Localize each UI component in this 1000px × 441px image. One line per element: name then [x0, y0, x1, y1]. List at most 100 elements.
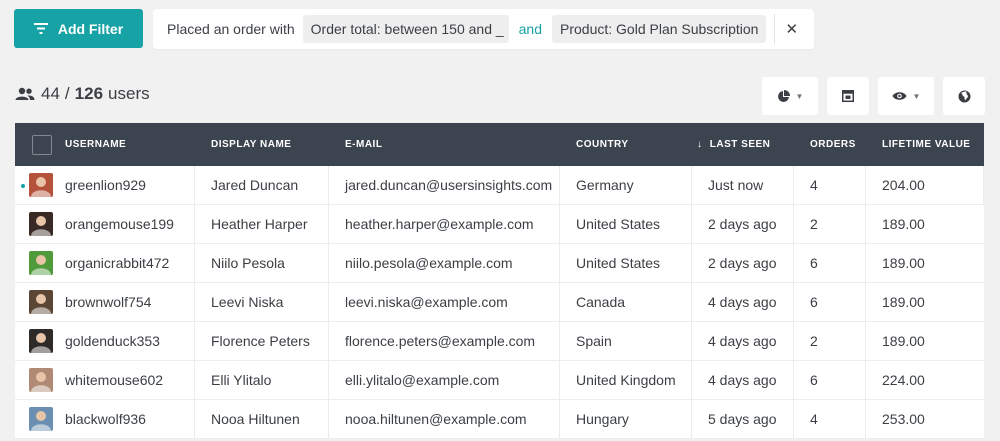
count-unit: users: [108, 84, 150, 103]
display-name-cell: Heather Harper: [195, 205, 329, 243]
avatar[interactable]: [29, 329, 53, 353]
sort-arrow-icon: ↓: [697, 139, 703, 150]
filter-icon: [33, 23, 48, 34]
orders-cell: 6: [794, 244, 866, 282]
column-username-label: USERNAME: [65, 139, 127, 150]
table-body: greenlion929 Jared Duncan jared.duncan@u…: [15, 166, 984, 439]
country-cell: United States: [560, 205, 692, 243]
last-seen-cell: 2 days ago: [692, 244, 794, 282]
country-cell: Spain: [560, 322, 692, 360]
last-seen-cell: 5 days ago: [692, 400, 794, 438]
add-filter-button[interactable]: Add Filter: [14, 9, 143, 48]
online-indicator: [21, 184, 25, 188]
users-icon: [15, 87, 35, 100]
lifetime-value-cell: 224.00: [882, 372, 925, 388]
column-email[interactable]: E-MAIL: [329, 139, 560, 150]
table-row[interactable]: brownwolf754 Leevi Niska leevi.niska@exa…: [15, 283, 984, 322]
email-cell: elli.ylitalo@example.com: [329, 361, 560, 399]
table-row[interactable]: whitemouse602 Elli Ylitalo elli.ylitalo@…: [15, 361, 984, 400]
remove-filter-close-icon[interactable]: ✕: [781, 20, 800, 38]
map-view-button[interactable]: [943, 77, 985, 115]
lifetime-value-cell: 189.00: [882, 294, 925, 310]
count-separator: /: [64, 84, 70, 103]
username-link[interactable]: greenlion929: [65, 177, 146, 193]
last-seen-cell: 4 days ago: [692, 283, 794, 321]
last-seen-cell: 2 days ago: [692, 205, 794, 243]
lifetime-value-cell: 189.00: [882, 255, 925, 271]
view-tools: ▼ ▼: [762, 77, 985, 115]
filter-prefix: Placed an order with: [167, 21, 295, 37]
table-header: USERNAME DISPLAY NAME E-MAIL COUNTRY ↓ L…: [15, 123, 984, 166]
username-link[interactable]: blackwolf936: [65, 411, 146, 427]
column-country[interactable]: COUNTRY: [560, 139, 692, 150]
filter-bar: Add Filter Placed an order with Order to…: [14, 9, 815, 49]
eye-icon: [892, 92, 907, 100]
table-layout-icon: [842, 90, 854, 102]
user-avatar-icon: [31, 216, 51, 236]
email-cell: leevi.niska@example.com: [329, 283, 560, 321]
select-all-checkbox[interactable]: [32, 134, 52, 155]
avatar[interactable]: [29, 212, 53, 236]
username-link[interactable]: organicrabbit472: [65, 255, 169, 271]
orders-cell: 2: [794, 322, 866, 360]
username-link[interactable]: brownwolf754: [65, 294, 151, 310]
table-row[interactable]: orangemouse199 Heather Harper heather.ha…: [15, 205, 984, 244]
avatar[interactable]: [29, 407, 53, 431]
column-display-name[interactable]: DISPLAY NAME: [195, 139, 329, 150]
email-cell: jared.duncan@usersinsights.com: [329, 166, 560, 204]
country-cell: United States: [560, 244, 692, 282]
user-avatar-icon: [31, 177, 51, 197]
shown-count: 44: [41, 84, 60, 103]
avatar[interactable]: [29, 173, 53, 197]
username-cell: whitemouse602: [15, 361, 195, 399]
user-avatar-icon: [31, 411, 51, 431]
username-cell: greenlion929: [15, 166, 195, 204]
orders-cell: 4: [794, 400, 866, 438]
username-link[interactable]: goldenduck353: [65, 333, 160, 349]
layout-button[interactable]: [827, 77, 869, 115]
country-cell: Hungary: [560, 400, 692, 438]
column-username[interactable]: USERNAME: [15, 134, 195, 155]
columns-visibility-button[interactable]: ▼: [878, 77, 934, 115]
country-cell: United Kingdom: [560, 361, 692, 399]
user-count: 44 / 126 users: [15, 84, 150, 104]
column-last-seen[interactable]: ↓ LAST SEEN: [692, 139, 794, 150]
filter-joiner: and: [518, 21, 542, 37]
column-orders[interactable]: ORDERS: [794, 139, 866, 150]
pie-chart-icon: [777, 89, 790, 102]
avatar[interactable]: [29, 251, 53, 275]
filter-chip-order-total[interactable]: Order total: between 150 and _: [302, 15, 509, 43]
email-cell: nooa.hiltunen@example.com: [329, 400, 560, 438]
chevron-down-icon: ▼: [912, 91, 921, 101]
country-cell: Canada: [560, 283, 692, 321]
globe-icon: [958, 90, 970, 102]
segments-button[interactable]: ▼: [762, 77, 818, 115]
table-row[interactable]: goldenduck353 Florence Peters florence.p…: [15, 322, 984, 361]
email-cell: niilo.pesola@example.com: [329, 244, 560, 282]
filter-chip-product[interactable]: Product: Gold Plan Subscription: [552, 15, 767, 43]
email-cell: florence.peters@example.com: [329, 322, 560, 360]
orders-cell: 6: [794, 361, 866, 399]
avatar[interactable]: [29, 368, 53, 392]
username-cell: organicrabbit472: [15, 244, 195, 282]
column-lifetime-value[interactable]: LIFETIME VALUE: [866, 139, 984, 150]
display-name-cell: Nooa Hiltunen: [195, 400, 329, 438]
last-seen-cell: Just now: [692, 166, 794, 204]
username-link[interactable]: orangemouse199: [65, 216, 174, 232]
table-row[interactable]: blackwolf936 Nooa Hiltunen nooa.hiltunen…: [15, 400, 984, 439]
filter-divider: [774, 14, 776, 44]
username-cell: blackwolf936: [15, 400, 195, 438]
display-name-cell: Elli Ylitalo: [195, 361, 329, 399]
active-filter: Placed an order with Order total: betwee…: [153, 9, 815, 49]
username-cell: goldenduck353: [15, 322, 195, 360]
display-name-cell: Leevi Niska: [195, 283, 329, 321]
avatar[interactable]: [29, 290, 53, 314]
table-row[interactable]: organicrabbit472 Niilo Pesola niilo.peso…: [15, 244, 984, 283]
last-seen-cell: 4 days ago: [692, 322, 794, 360]
username-link[interactable]: whitemouse602: [65, 372, 163, 388]
display-name-cell: Niilo Pesola: [195, 244, 329, 282]
table-row[interactable]: greenlion929 Jared Duncan jared.duncan@u…: [15, 166, 984, 205]
users-table: USERNAME DISPLAY NAME E-MAIL COUNTRY ↓ L…: [15, 123, 984, 439]
lifetime-value-cell: 204.00: [866, 166, 984, 204]
total-count: 126: [74, 84, 104, 103]
